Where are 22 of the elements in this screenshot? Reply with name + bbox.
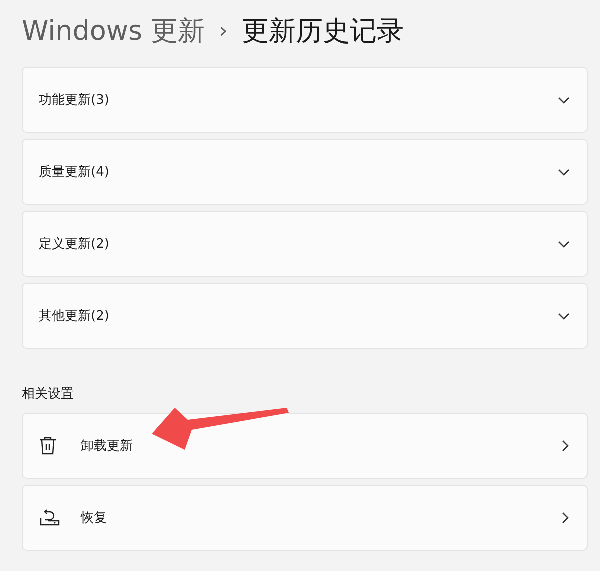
settings-link-row[interactable]: 恢复: [22, 485, 588, 551]
breadcrumb-link[interactable]: Windows 更新: [22, 13, 206, 49]
update-category-row[interactable]: 质量更新(4): [22, 139, 588, 205]
restore-icon: [39, 509, 61, 527]
trash-icon: [39, 436, 57, 456]
breadcrumb-separator: ›: [219, 18, 228, 44]
settings-link-row[interactable]: 卸载更新: [22, 413, 588, 479]
chevron-down-icon: [557, 94, 571, 106]
settings-link-label: 卸载更新: [81, 438, 134, 455]
page-title: 更新历史记录: [242, 15, 404, 49]
chevron-down-icon: [557, 238, 571, 250]
update-category-row[interactable]: 定义更新(2): [22, 211, 588, 277]
settings-link-label: 恢复: [81, 510, 108, 527]
update-category-row[interactable]: 功能更新(3): [22, 67, 588, 133]
update-category-row[interactable]: 其他更新(2): [22, 283, 588, 349]
chevron-down-icon: [557, 166, 571, 178]
category-label: 质量更新(4): [39, 164, 110, 181]
chevron-down-icon: [557, 310, 571, 322]
category-label: 其他更新(2): [39, 308, 110, 325]
category-label: 功能更新(3): [39, 92, 110, 109]
category-label: 定义更新(2): [39, 236, 110, 253]
section-heading: 相关设置: [22, 386, 75, 403]
